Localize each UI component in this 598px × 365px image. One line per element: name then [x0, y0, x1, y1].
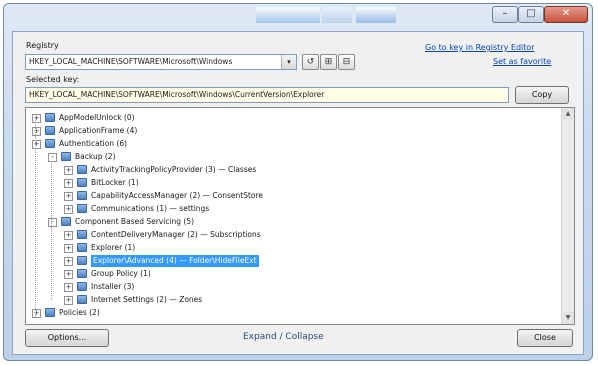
- registry-key-icon: [45, 308, 55, 317]
- tree-node-label: Internet Settings (2) — Zones: [91, 295, 203, 304]
- tree-node-label: ApplicationFrame (4): [59, 126, 138, 135]
- expand-icon[interactable]: +: [32, 309, 41, 318]
- tree-node-label: Explorer\Advanced (4) — Folder\HideFileE…: [91, 255, 259, 267]
- expand-icon[interactable]: +: [64, 179, 73, 188]
- registry-key-icon: [77, 295, 87, 304]
- maximize-button[interactable]: □: [518, 6, 544, 23]
- expand-icon[interactable]: +: [32, 114, 41, 123]
- tree-guide-line: [35, 118, 36, 317]
- expand-icon[interactable]: +: [64, 205, 73, 214]
- goto-regedit-link[interactable]: Go to key in Registry Editor: [425, 43, 535, 52]
- registry-key-icon: [45, 139, 55, 148]
- close-window-button[interactable]: ✕: [544, 6, 588, 23]
- tree-node-label: Communications (1) — settings: [91, 204, 210, 213]
- expand-icon[interactable]: +: [64, 270, 73, 279]
- title-bar[interactable]: – □ ✕: [4, 4, 592, 30]
- scroll-down-icon[interactable]: ▼: [562, 312, 574, 324]
- collapse-all-button[interactable]: ⊟: [338, 54, 355, 70]
- expand-collapse-link[interactable]: Expand / Collapse: [243, 332, 324, 342]
- registry-key-icon: [77, 204, 87, 213]
- collapse-icon[interactable]: -: [48, 153, 57, 162]
- registry-key-icon: [45, 113, 55, 122]
- tree-scrollbar[interactable]: ▲ ▼: [561, 108, 574, 324]
- registry-key-icon: [77, 256, 87, 265]
- title-glass-highlight: [256, 7, 320, 23]
- expand-icon[interactable]: +: [64, 231, 73, 240]
- app-window: – □ ✕ Registry HKEY_LOCAL_MACHINE\SOFTWA…: [3, 3, 593, 361]
- tree-node-label: Explorer (1): [91, 243, 136, 252]
- tree-node-label: ActivityTrackingPolicyProvider (3) — Cla…: [91, 165, 257, 174]
- refresh-button[interactable]: ↺: [302, 54, 319, 70]
- expand-all-button[interactable]: ⊞: [320, 54, 337, 70]
- expand-icon[interactable]: +: [32, 127, 41, 136]
- selected-key-field[interactable]: HKEY_LOCAL_MACHINE\SOFTWARE\Microsoft\Wi…: [25, 87, 509, 103]
- expand-icon[interactable]: +: [64, 257, 73, 266]
- registry-key-icon: [77, 282, 87, 291]
- copy-button[interactable]: Copy: [515, 86, 569, 104]
- registry-key-icon: [61, 217, 71, 226]
- expand-icon[interactable]: +: [64, 283, 73, 292]
- scroll-up-icon[interactable]: ▲: [562, 108, 574, 120]
- registry-key-icon: [77, 269, 87, 278]
- registry-key-icon: [77, 165, 87, 174]
- tree-node-label: Installer (3): [91, 282, 135, 291]
- selected-key-label: Selected key:: [26, 75, 80, 84]
- registry-key-icon: [77, 191, 87, 200]
- registry-key-icon: [61, 152, 71, 161]
- tree-node-label: BitLocker (1): [91, 178, 139, 187]
- minimize-button[interactable]: –: [492, 6, 518, 23]
- tree-node-label: Group Policy (1): [91, 269, 151, 278]
- registry-label: Registry: [26, 41, 59, 50]
- registry-key-combo[interactable]: HKEY_LOCAL_MACHINE\SOFTWARE\Microsoft\Wi…: [25, 54, 297, 70]
- registry-key-icon: [77, 178, 87, 187]
- expand-icon[interactable]: +: [64, 244, 73, 253]
- tree-node-label: Authentication (6): [59, 139, 128, 148]
- tree-node-label: Policies (2): [59, 308, 100, 317]
- expand-icon[interactable]: +: [64, 192, 73, 201]
- close-button[interactable]: Close: [517, 329, 573, 347]
- tree-guide-line: [51, 161, 52, 300]
- chevron-down-icon[interactable]: ▾: [281, 55, 296, 69]
- registry-key-icon: [77, 243, 87, 252]
- registry-tree[interactable]: ▲ ▼ + AppModelUnlock (0) + ApplicationFrame…: [25, 107, 575, 325]
- tree-node-label: Component Based Servicing (5): [75, 217, 195, 226]
- client-area: Registry HKEY_LOCAL_MACHINE\SOFTWARE\Mic…: [12, 31, 584, 355]
- tree-node-label: ContentDeliveryManager (2) — Subscriptio…: [91, 230, 261, 239]
- expand-icon[interactable]: +: [64, 296, 73, 305]
- title-glass-highlight: [356, 7, 396, 23]
- registry-key-value: HKEY_LOCAL_MACHINE\SOFTWARE\Microsoft\Wi…: [29, 57, 233, 66]
- expand-icon[interactable]: +: [64, 166, 73, 175]
- registry-key-icon: [77, 230, 87, 239]
- tree-node-label: Backup (2): [75, 152, 116, 161]
- expand-icon[interactable]: +: [32, 140, 41, 149]
- options-button[interactable]: Options...: [25, 329, 109, 347]
- tree-node-label: CapabilityAccessManager (2) — ConsentSto…: [91, 191, 264, 200]
- collapse-icon[interactable]: -: [48, 218, 57, 227]
- set-favorite-link[interactable]: Set as favorite: [493, 57, 551, 66]
- title-glass-highlight: [322, 7, 352, 23]
- registry-key-icon: [45, 126, 55, 135]
- tree-node-label: AppModelUnlock (0): [59, 113, 135, 122]
